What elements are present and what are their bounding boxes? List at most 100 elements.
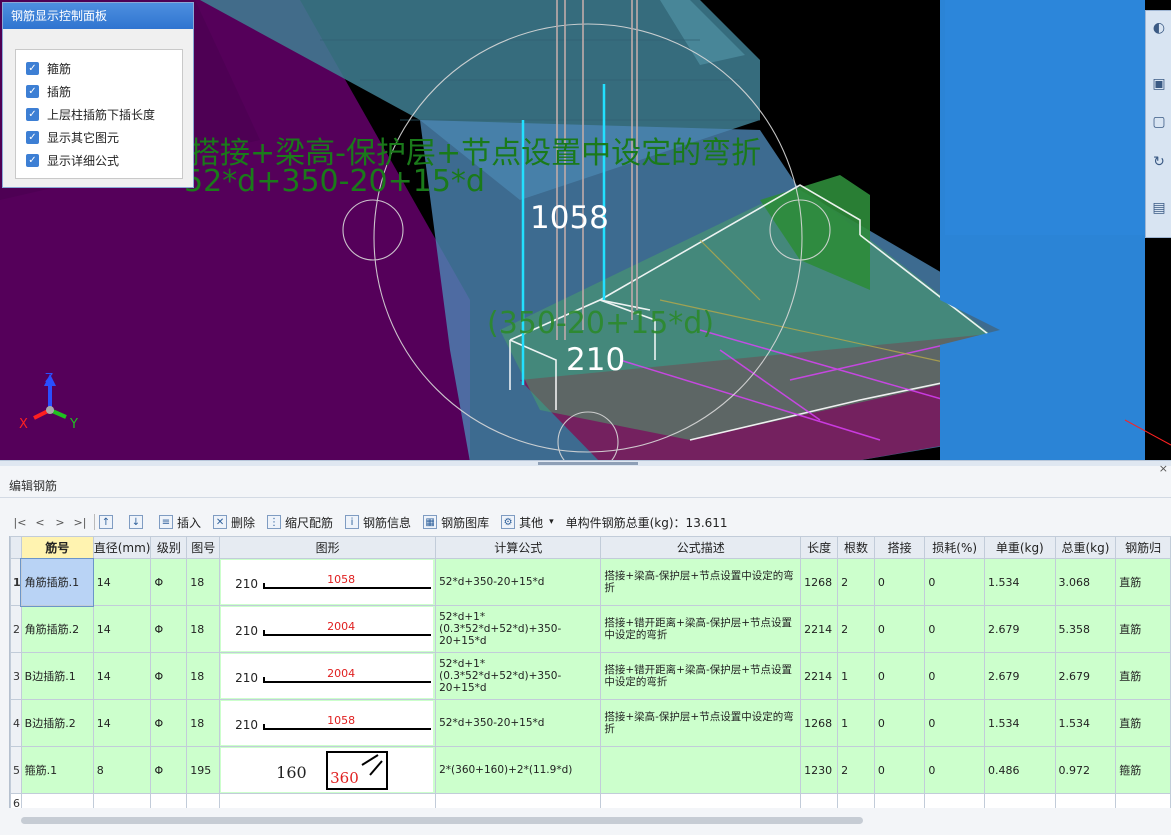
cell-formula[interactable]: 52*d+350-20+15*d xyxy=(435,558,602,606)
col-header-shape[interactable]: 图形 xyxy=(219,536,437,559)
cell-unit-weight[interactable]: 0.486 xyxy=(984,746,1056,794)
cell-length[interactable]: 2214 xyxy=(800,652,839,700)
layout-icon[interactable]: ▤ xyxy=(1149,197,1169,219)
insert-button[interactable]: ≡ 插入 xyxy=(159,514,201,531)
cell-unit-weight[interactable]: 1.534 xyxy=(984,699,1056,747)
table-row[interactable]: 4 B边插筋.2 14 Φ 18 210 1058 52*d+350-20+15*… xyxy=(10,699,1171,747)
cell-bar-no[interactable]: B边插筋.2 xyxy=(20,699,94,747)
table-row[interactable]: 3 B边插筋.1 14 Φ 18 210 2004 52*d+1*(0.3*52*… xyxy=(10,652,1171,700)
cell-total-weight[interactable]: 1.534 xyxy=(1054,699,1117,747)
cell-shape[interactable]: 210 1058 xyxy=(219,558,437,606)
cube-view-icon[interactable]: ▣ xyxy=(1149,73,1169,95)
cell-lap[interactable]: 0 xyxy=(873,699,926,747)
cell-shape[interactable]: 210 2004 xyxy=(219,652,437,700)
col-header-bar-no[interactable]: 筋号 xyxy=(20,536,94,559)
cell-formula[interactable]: 52*d+1*(0.3*52*d+52*d)+350-20+15*d xyxy=(435,605,602,653)
cell-length[interactable]: 1268 xyxy=(800,699,839,747)
cell-category[interactable]: 直筋 xyxy=(1115,652,1171,700)
cell-fig[interactable]: 18 xyxy=(186,558,221,606)
cell-loss[interactable]: 0 xyxy=(924,699,986,747)
cell-fig[interactable]: 18 xyxy=(186,605,221,653)
scale-rebar-button[interactable]: ⋮ 缩尺配筋 xyxy=(267,514,333,531)
cell-diameter[interactable]: 14 xyxy=(92,605,152,653)
cell-length[interactable]: 1268 xyxy=(800,558,839,606)
cell-count[interactable]: 2 xyxy=(837,605,875,653)
checkbox-checked-icon[interactable]: ✓ xyxy=(26,85,39,98)
row-number[interactable]: 6 xyxy=(10,793,22,808)
cell-category[interactable]: 直筋 xyxy=(1115,605,1171,653)
cell-category[interactable]: 直筋 xyxy=(1115,558,1171,606)
option-stirrup[interactable]: ✓ 箍筋 xyxy=(16,57,182,80)
cell-description[interactable]: 搭接+梁高-保护层+节点设置中设定的弯折 xyxy=(600,558,802,606)
col-header-description[interactable]: 公式描述 xyxy=(600,536,802,559)
col-header-count[interactable]: 根数 xyxy=(837,536,875,559)
option-show-other-elements[interactable]: ✓ 显示其它图元 xyxy=(16,126,182,149)
col-header-total-weight[interactable]: 总重(kg) xyxy=(1054,536,1117,559)
cell-count[interactable]: 2 xyxy=(837,558,875,606)
col-header-fig[interactable]: 图号 xyxy=(186,536,221,559)
cell-loss[interactable]: 0 xyxy=(924,605,986,653)
cell-bar-no[interactable]: B边插筋.1 xyxy=(20,652,94,700)
nav-first-button[interactable]: |< xyxy=(10,516,30,529)
option-upper-column-length[interactable]: ✓ 上层柱插筋下插长度 xyxy=(16,103,182,126)
move-up-button[interactable]: ↑ xyxy=(99,515,117,529)
cell-description[interactable] xyxy=(600,746,802,794)
3d-viewport[interactable]: Z X Y 搭接+梁高-保护层+节点设置中设定的弯折 52*d+350-20+1… xyxy=(0,0,1171,462)
cell-lap[interactable]: 0 xyxy=(873,746,926,794)
cell-shape[interactable]: 160 360 xyxy=(219,746,437,794)
cell-unit-weight[interactable]: 1.534 xyxy=(984,558,1056,606)
cell-grade[interactable]: Φ xyxy=(150,699,188,747)
other-dropdown[interactable]: ⚙ 其他 ▾ xyxy=(501,514,554,531)
checkbox-checked-icon[interactable]: ✓ xyxy=(26,131,39,144)
col-header-category[interactable]: 钢筋归 xyxy=(1115,536,1171,559)
cell-loss[interactable]: 0 xyxy=(924,746,986,794)
table-row[interactable]: 5 箍筋.1 8 Φ 195 160 360 2*(360+160)+2*(11… xyxy=(10,746,1171,794)
cell-fig[interactable]: 18 xyxy=(186,652,221,700)
col-header-formula[interactable]: 计算公式 xyxy=(435,536,602,559)
cell-length[interactable]: 1230 xyxy=(800,746,839,794)
row-number[interactable]: 5 xyxy=(10,746,22,794)
rebar-library-button[interactable]: ▦ 钢筋图库 xyxy=(423,514,489,531)
cell-loss[interactable]: 0 xyxy=(924,652,986,700)
row-number[interactable]: 2 xyxy=(10,605,22,653)
option-dowel[interactable]: ✓ 插筋 xyxy=(16,80,182,103)
cell-diameter[interactable]: 14 xyxy=(92,652,152,700)
cell-diameter[interactable]: 14 xyxy=(92,558,152,606)
cell-bar-no[interactable]: 角筋插筋.1 xyxy=(20,557,95,607)
checkbox-checked-icon[interactable]: ✓ xyxy=(26,62,39,75)
cell-loss[interactable]: 0 xyxy=(924,558,986,606)
cell-category[interactable]: 箍筋 xyxy=(1115,746,1171,794)
cell-formula[interactable]: 52*d+350-20+15*d xyxy=(435,699,602,747)
table-row-empty[interactable]: 6 xyxy=(10,793,1171,808)
horizontal-scrollbar[interactable] xyxy=(9,814,1159,826)
cell-fig[interactable]: 195 xyxy=(186,746,221,794)
cell-diameter[interactable]: 8 xyxy=(92,746,152,794)
cell-bar-no[interactable]: 角筋插筋.2 xyxy=(20,605,94,653)
move-down-button[interactable]: ↓ xyxy=(129,515,147,529)
rebar-info-button[interactable]: i 钢筋信息 xyxy=(345,514,411,531)
option-show-detailed-formula[interactable]: ✓ 显示详细公式 xyxy=(16,149,182,172)
close-icon[interactable]: × xyxy=(1159,462,1168,475)
scrollbar-thumb[interactable] xyxy=(21,817,863,824)
cell-formula[interactable]: 2*(360+160)+2*(11.9*d) xyxy=(435,746,602,794)
control-panel-title[interactable]: 钢筋显示控制面板 xyxy=(3,3,193,29)
splitter-grip[interactable] xyxy=(538,462,638,465)
cell-unit-weight[interactable]: 2.679 xyxy=(984,605,1056,653)
cell-total-weight[interactable]: 2.679 xyxy=(1054,652,1117,700)
cell-lap[interactable]: 0 xyxy=(873,652,926,700)
col-header-diameter[interactable]: 直径(mm) xyxy=(92,536,152,559)
row-number[interactable]: 4 xyxy=(10,699,22,747)
nav-prev-button[interactable]: < xyxy=(30,516,50,529)
col-header-lap[interactable]: 搭接 xyxy=(873,536,926,559)
table-row[interactable]: 2 角筋插筋.2 14 Φ 18 210 2004 52*d+1*(0.3*52*… xyxy=(10,605,1171,653)
nav-next-button[interactable]: > xyxy=(50,516,70,529)
rotate-icon[interactable]: ↻ xyxy=(1149,151,1169,173)
cell-grade[interactable]: Φ xyxy=(150,605,188,653)
cell-grade[interactable]: Φ xyxy=(150,746,188,794)
delete-button[interactable]: ✕ 删除 xyxy=(213,514,255,531)
cell-bar-no[interactable]: 箍筋.1 xyxy=(20,746,94,794)
box-view-icon[interactable]: ▢ xyxy=(1149,111,1169,133)
col-header-length[interactable]: 长度 xyxy=(800,536,839,559)
cell-lap[interactable]: 0 xyxy=(873,558,926,606)
cell-grade[interactable]: Φ xyxy=(150,558,188,606)
